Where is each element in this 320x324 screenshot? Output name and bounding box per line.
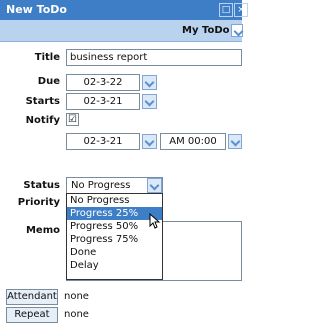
notify-date-dropdown-button[interactable] bbox=[142, 134, 157, 149]
repeat-button[interactable]: Repeat bbox=[6, 307, 58, 323]
title-input[interactable]: business report bbox=[66, 49, 242, 66]
status-select[interactable]: No Progress bbox=[66, 177, 163, 194]
notify-time-field[interactable]: AM 00:00 bbox=[160, 133, 226, 150]
notify-time-dropdown-button[interactable] bbox=[228, 134, 242, 149]
repeat-value: none bbox=[64, 309, 89, 320]
close-icon: × bbox=[237, 5, 245, 15]
notify-date-field[interactable]: 02-3-21 bbox=[66, 133, 140, 150]
chevron-down-icon bbox=[233, 26, 244, 37]
status-option[interactable]: No Progress bbox=[67, 194, 162, 207]
minimize-icon: □ bbox=[221, 5, 231, 15]
starts-date-dropdown-button[interactable] bbox=[142, 94, 157, 109]
chevron-down-icon bbox=[230, 136, 241, 147]
close-button[interactable]: × bbox=[234, 3, 248, 17]
starts-label: Starts bbox=[25, 96, 60, 107]
due-date-field[interactable]: 02-3-22 bbox=[66, 74, 140, 91]
attendant-button[interactable]: Attendant bbox=[6, 289, 58, 305]
status-dropdown-menu: No Progress Progress 25% Progress 50% Pr… bbox=[66, 193, 163, 280]
chevron-down-icon bbox=[144, 77, 155, 88]
notify-checkbox[interactable]: ☑ bbox=[66, 113, 79, 126]
status-option[interactable]: Progress 25% bbox=[67, 207, 162, 220]
window-title: New ToDo bbox=[6, 3, 67, 16]
memo-label: Memo bbox=[25, 225, 60, 236]
starts-date-field[interactable]: 02-3-21 bbox=[66, 93, 140, 110]
priority-label: Priority bbox=[17, 197, 60, 208]
mouse-pointer-icon bbox=[149, 213, 161, 229]
chevron-down-icon bbox=[149, 180, 160, 191]
notify-label: Notify bbox=[25, 115, 60, 126]
status-option[interactable]: Progress 50% bbox=[67, 220, 162, 233]
title-label: Title bbox=[34, 52, 60, 63]
status-label: Status bbox=[23, 180, 60, 191]
chevron-down-icon bbox=[144, 96, 155, 107]
minimize-button[interactable]: □ bbox=[219, 3, 233, 17]
window-titlebar: New ToDo □ × bbox=[0, 0, 248, 20]
status-selected-value: No Progress bbox=[71, 180, 131, 191]
owner-dropdown-button[interactable] bbox=[231, 24, 244, 37]
chevron-down-icon bbox=[144, 136, 155, 147]
owner-name: My ToDo bbox=[182, 25, 230, 36]
owner-bar: My ToDo bbox=[0, 20, 244, 42]
due-label: Due bbox=[37, 76, 60, 87]
due-date-dropdown-button[interactable] bbox=[142, 75, 157, 90]
status-option[interactable]: Done bbox=[67, 246, 162, 259]
status-dropdown-button[interactable] bbox=[147, 178, 162, 193]
status-option[interactable]: Delay bbox=[67, 259, 162, 272]
status-option[interactable]: Progress 75% bbox=[67, 233, 162, 246]
attendant-value: none bbox=[64, 291, 89, 302]
